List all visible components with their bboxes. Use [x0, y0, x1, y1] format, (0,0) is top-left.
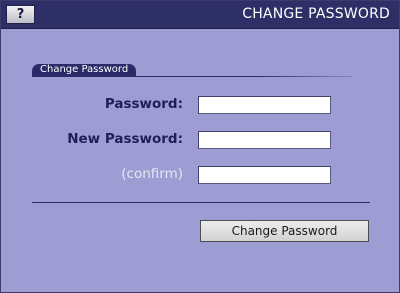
window-title: CHANGE PASSWORD [242, 6, 390, 22]
password-label: Password: [104, 96, 183, 112]
question-mark-icon: ? [16, 7, 25, 22]
confirm-password-field[interactable] [198, 166, 331, 184]
new-password-field[interactable] [198, 131, 331, 149]
section-tab-label: Change Password [32, 64, 137, 76]
help-button[interactable]: ? [6, 5, 35, 24]
change-password-window: ? CHANGE PASSWORD Change Password Passwo… [0, 0, 400, 293]
form-divider [32, 202, 370, 203]
new-password-label: New Password: [67, 131, 183, 147]
password-field[interactable] [198, 96, 331, 114]
section-underline [32, 76, 352, 77]
title-bar: ? CHANGE PASSWORD [1, 1, 399, 29]
confirm-label: (confirm) [121, 166, 183, 182]
change-password-button[interactable]: Change Password [200, 220, 369, 242]
